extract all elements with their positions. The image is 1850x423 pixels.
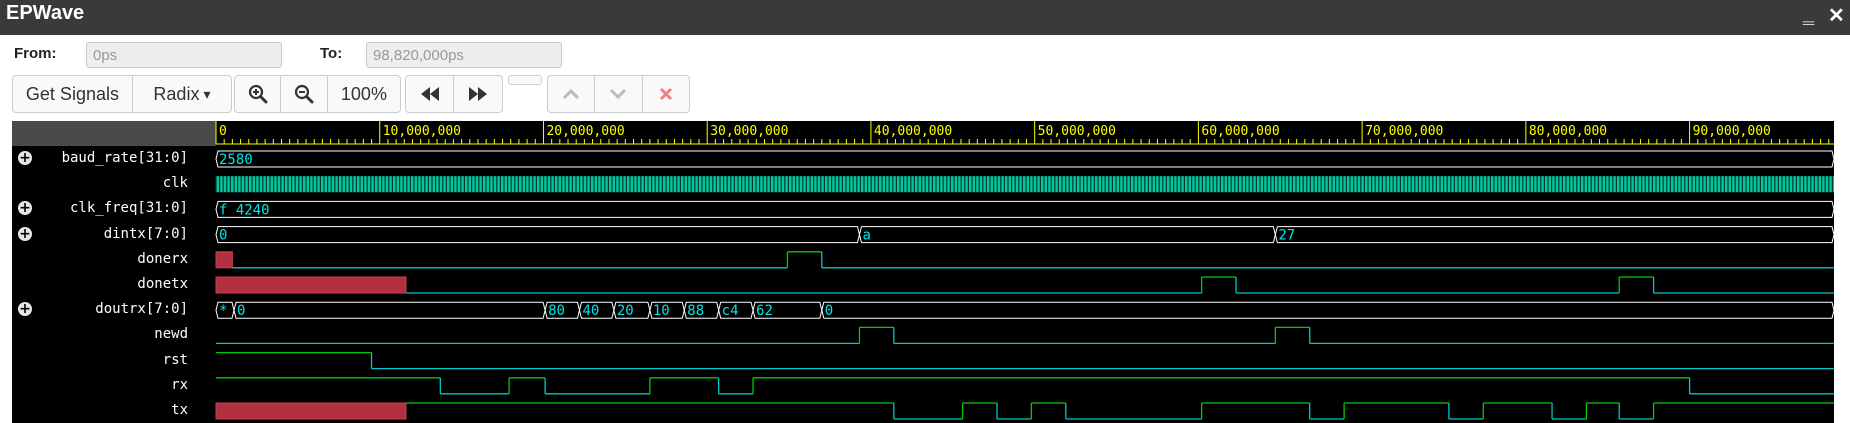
app-title: EPWave [6, 2, 85, 24]
bus-value-label: 0 [237, 303, 245, 319]
unknown-value-region [215, 251, 233, 269]
signal-trace-panel[interactable]: 2580 f_4240 0 a 27 * 0 80 40 20 10 88 c4 62 0 [12, 146, 1834, 423]
bus-value-label: 27 [1278, 228, 1295, 244]
blank-button[interactable] [508, 75, 542, 85]
bus-segment [858, 226, 1276, 244]
ruler-tick-label: 50,000,000 [1038, 124, 1116, 139]
bus-value-label: 0 [825, 303, 833, 319]
bus-segment [215, 200, 1834, 218]
fast-forward-icon [469, 87, 487, 101]
toolbar: Get Signals Radix ▾ 100% [0, 73, 1850, 117]
zoom-level: 100% [340, 83, 387, 104]
unknown-value-region [215, 276, 407, 294]
bus-segment [215, 150, 1834, 168]
edit-button-group [547, 75, 690, 113]
bus-value-label: * [219, 303, 227, 319]
ruler-tick-label: 20,000,000 [546, 124, 624, 139]
bus-value-label: 88 [687, 303, 704, 319]
zoom-out-icon [295, 84, 314, 104]
ruler-tick-label: 60,000,000 [1201, 124, 1279, 139]
unknown-value-region [215, 402, 407, 420]
bus-segment [821, 301, 1834, 319]
get-signals-label: Get Signals [25, 83, 119, 104]
bus-segment [215, 226, 860, 244]
chevron-up-icon [563, 88, 580, 100]
bus-value-label: 20 [617, 303, 634, 319]
bus-value-label: 0 [219, 228, 227, 244]
bus-segment [1274, 226, 1834, 244]
move-down-button[interactable] [595, 76, 643, 112]
radix-label: Radix [153, 83, 200, 104]
ruler-tick-label: 30,000,000 [710, 124, 788, 139]
delete-signal-button[interactable] [643, 76, 689, 112]
ruler-tick-label: 70,000,000 [1365, 124, 1443, 139]
close-icon [659, 87, 672, 101]
ruler-tick-label: 40,000,000 [874, 124, 952, 139]
title-bar: EPWave ‗ ✕ [0, 0, 1850, 35]
ruler-tick-label: 0 [219, 124, 227, 139]
next-edge-button[interactable] [454, 76, 502, 112]
bus-value-label: 62 [756, 303, 773, 319]
zoom-in-button[interactable] [235, 76, 282, 112]
zoom-level-button[interactable]: 100% [328, 76, 400, 112]
fast-backward-icon [420, 87, 439, 101]
radix-button[interactable]: Radix ▾ [133, 76, 231, 112]
bus-value-label: c4 [722, 303, 739, 319]
bus-value-label: 2580 [219, 152, 253, 168]
to-field[interactable] [366, 42, 562, 68]
bus-segment [233, 301, 546, 319]
time-range-bar: From: To: [0, 35, 1850, 73]
zoom-in-icon [248, 84, 268, 104]
minimize-icon[interactable]: ‗ [1803, 3, 1814, 26]
time-ruler[interactable]: 0 10,000,000 20,000,000 30,000,000 40,000,00… [12, 121, 1834, 146]
close-icon[interactable]: ✕ [1828, 3, 1845, 28]
previous-edge-button[interactable] [406, 76, 455, 112]
zoom-out-button[interactable] [281, 76, 328, 112]
bus-value-label: f_4240 [219, 202, 270, 218]
ruler-tick-label: 80,000,000 [1529, 124, 1607, 139]
ruler-tick-label: 10,000,000 [383, 124, 461, 139]
get-signals-button[interactable]: Get Signals [13, 76, 133, 112]
nav-button-group [405, 75, 503, 113]
from-field[interactable] [86, 42, 282, 68]
ruler-tick-label: 90,000,000 [1693, 124, 1771, 139]
waveform-viewer: 0 10,000,000 20,000,000 30,000,000 40,000,00… [12, 121, 1834, 423]
move-up-button[interactable] [548, 76, 596, 112]
zoom-button-group: 100% [234, 75, 401, 113]
caret-down-icon: ▾ [203, 85, 211, 102]
bus-value-label: 10 [653, 303, 670, 319]
bus-value-label: a [862, 228, 870, 244]
chevron-down-icon [610, 88, 627, 100]
bus-value-label: 80 [548, 303, 565, 319]
to-label: To: [320, 45, 343, 62]
from-label: From: [14, 45, 57, 62]
bus-value-label: 40 [582, 303, 599, 319]
signal-button-group: Get Signals Radix ▾ [12, 75, 232, 113]
